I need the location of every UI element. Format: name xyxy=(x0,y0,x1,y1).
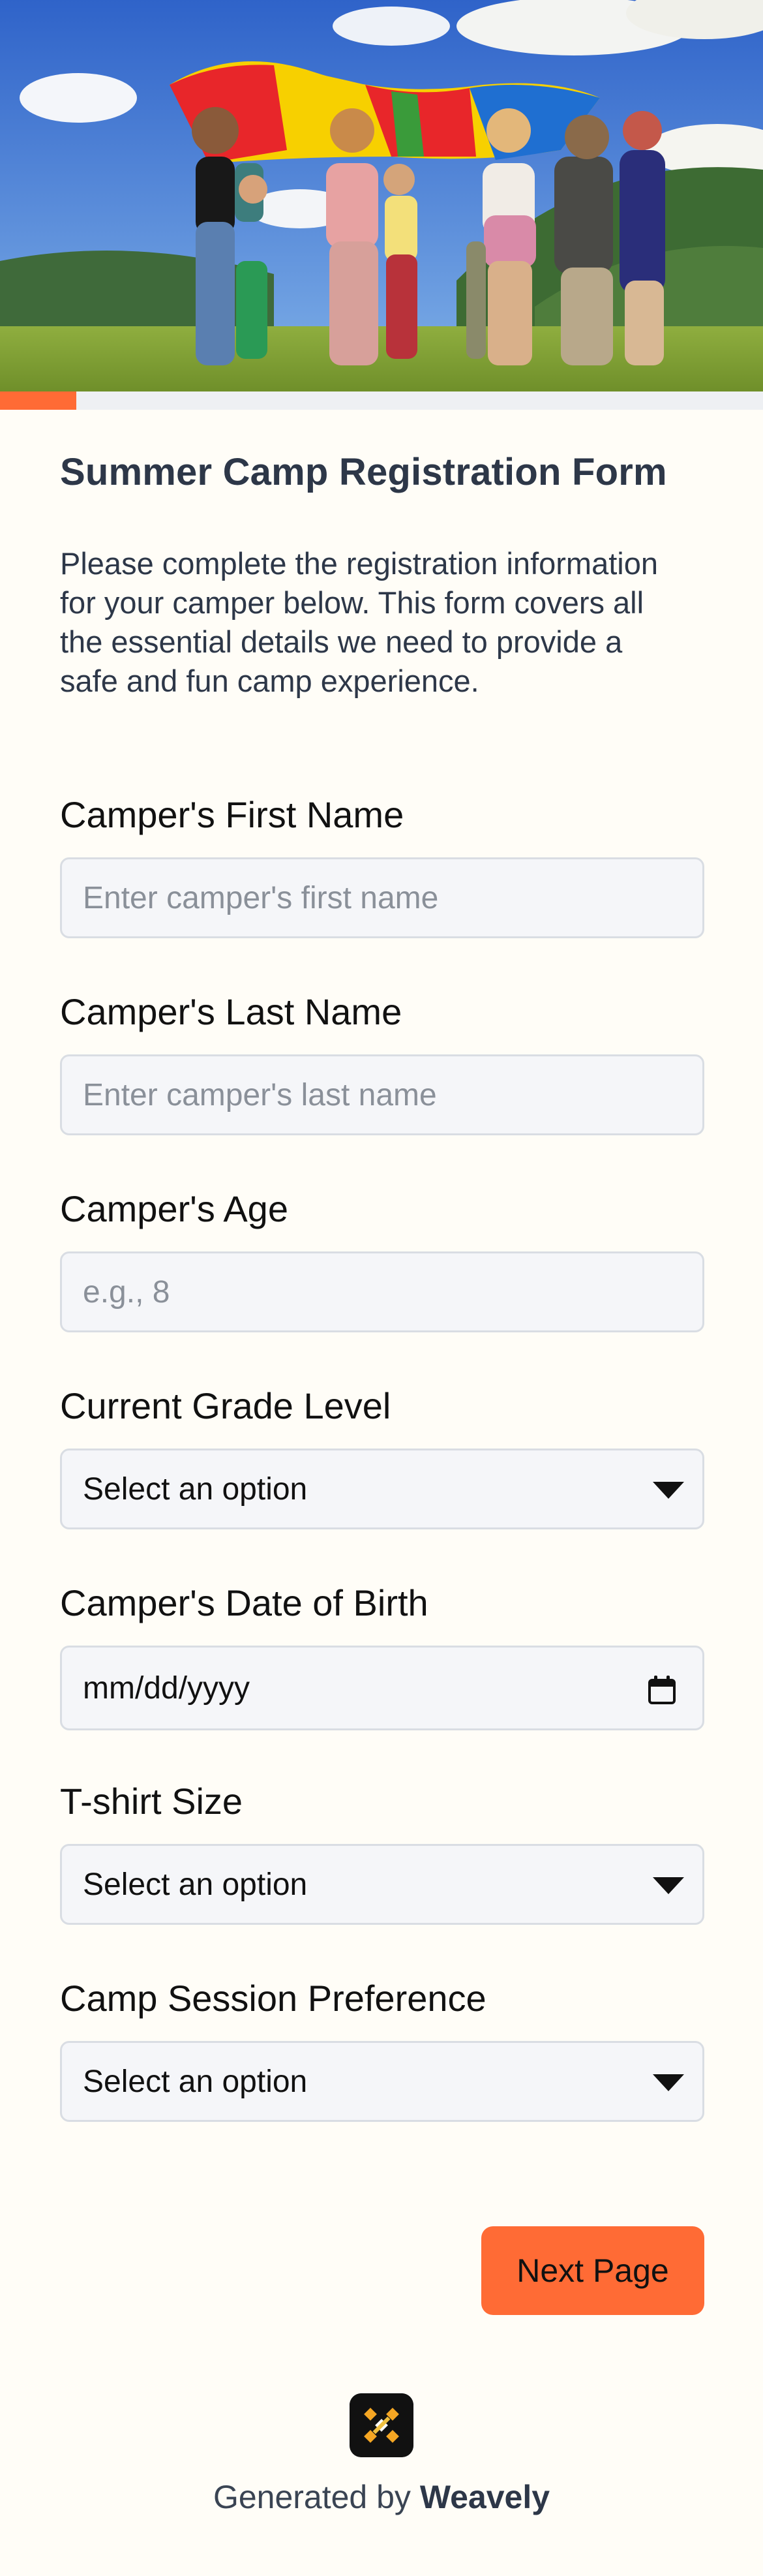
session-label: Camp Session Preference xyxy=(60,1978,486,2019)
dob-input[interactable]: mm/dd/yyyy xyxy=(60,1646,704,1730)
session-select-value: Select an option xyxy=(83,2064,308,2099)
last-name-label: Camper's Last Name xyxy=(60,991,402,1032)
form-description: Please complete the registration informa… xyxy=(60,546,658,698)
first-name-label: Camper's First Name xyxy=(60,794,404,835)
dob-input-value: mm/dd/yyyy xyxy=(83,1670,250,1706)
weavely-logo-icon[interactable] xyxy=(350,2393,413,2457)
last-name-input[interactable]: Enter camper's last name xyxy=(60,1054,704,1135)
progress-fill xyxy=(0,391,76,410)
grade-select[interactable]: Select an option xyxy=(60,1449,704,1529)
first-name-input[interactable]: Enter camper's first name xyxy=(60,857,704,938)
next-page-button[interactable]: Next Page xyxy=(481,2226,704,2315)
chevron-down-icon xyxy=(653,1482,684,1499)
tshirt-select[interactable]: Select an option xyxy=(60,1844,704,1925)
form-title: Summer Camp Registration Form xyxy=(60,451,667,493)
tshirt-label: T-shirt Size xyxy=(60,1781,243,1822)
chevron-down-icon xyxy=(653,1877,684,1894)
grade-label: Current Grade Level xyxy=(60,1385,391,1426)
grade-select-value: Select an option xyxy=(83,1471,308,1507)
age-label: Camper's Age xyxy=(60,1188,288,1229)
dob-label: Camper's Date of Birth xyxy=(60,1582,428,1623)
footer-credit: Generated by Weavely xyxy=(0,2478,763,2516)
progress-bar xyxy=(0,391,763,410)
session-select[interactable]: Select an option xyxy=(60,2041,704,2122)
hero-image xyxy=(0,0,763,391)
chevron-down-icon xyxy=(653,2074,684,2091)
age-input[interactable]: e.g., 8 xyxy=(60,1251,704,1332)
tshirt-select-value: Select an option xyxy=(83,1867,308,1902)
hero-illustration xyxy=(0,0,763,391)
footer-brand-link[interactable]: Weavely xyxy=(420,2479,550,2515)
footer-prefix: Generated by xyxy=(213,2479,411,2515)
calendar-icon[interactable] xyxy=(648,1675,676,1705)
